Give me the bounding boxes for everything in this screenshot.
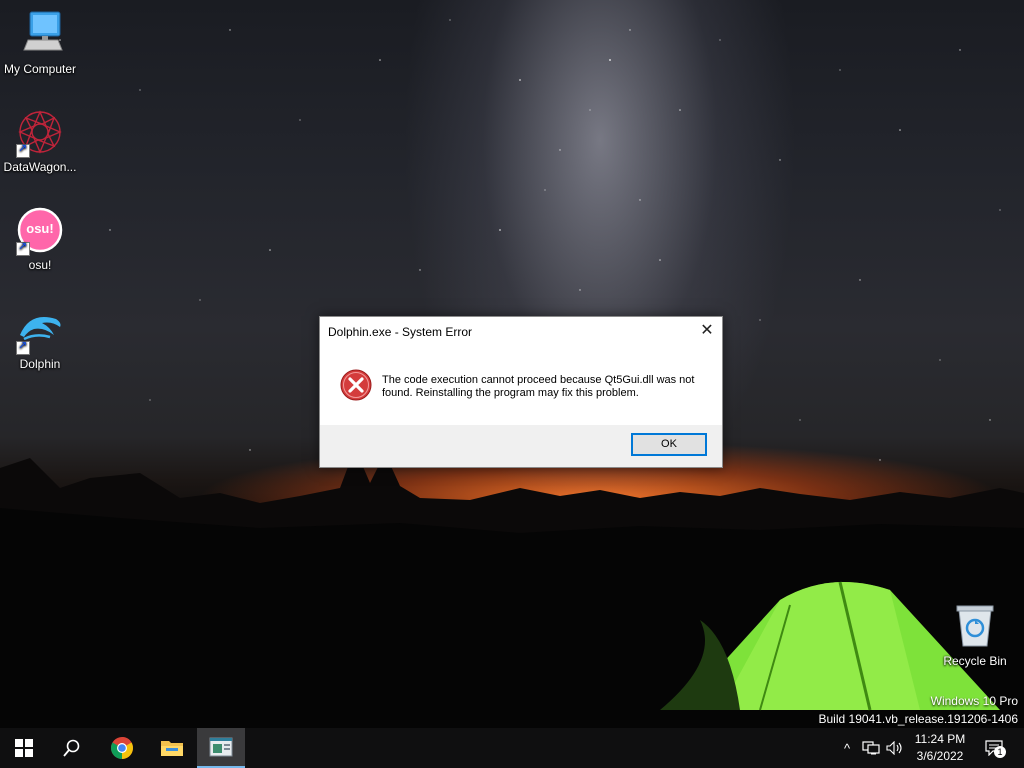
windows-build-watermark: Build 19041.vb_release.191206-1406 <box>818 712 1019 726</box>
start-button[interactable] <box>0 728 48 768</box>
network-icon <box>862 741 880 755</box>
taskbar: ^ 11:24 PM 3/6/2022 <box>0 728 1024 768</box>
show-hidden-icons-button[interactable]: ^ <box>838 728 856 768</box>
error-icon <box>340 369 372 401</box>
clock-date: 3/6/2022 <box>916 749 964 763</box>
desktop-icon-label: DataWagon... <box>3 160 77 174</box>
monitor-icon <box>16 10 64 58</box>
file-explorer-icon <box>161 741 183 756</box>
datawagon-icon <box>16 108 64 158</box>
desktop-icon-my-computer[interactable]: My Computer <box>0 10 80 76</box>
chevron-up-icon: ^ <box>843 740 851 756</box>
desktop-icon-label: Recycle Bin <box>943 654 1007 668</box>
dialog-footer: OK <box>320 425 722 467</box>
shortcut-arrow-icon <box>16 142 30 158</box>
dialog-title: Dolphin.exe - System Error <box>328 325 473 339</box>
desktop-icon-datawagon[interactable]: DataWagon... <box>0 108 80 174</box>
desktop-icon-label: Dolphin <box>19 357 61 371</box>
speaker-icon <box>886 741 902 755</box>
windows-edition-watermark: Windows 10 Pro <box>930 694 1018 708</box>
dialog-body: The code execution cannot proceed becaus… <box>320 347 722 425</box>
volume-button[interactable] <box>884 728 906 768</box>
dialog-message: The code execution cannot proceed becaus… <box>382 374 695 399</box>
desktop-icon-recycle-bin[interactable]: Recycle Bin <box>935 602 1015 668</box>
osu-icon-glyph: osu! <box>26 221 54 236</box>
system-error-dialog: Dolphin.exe - System Error ✕ The code ex… <box>319 316 723 468</box>
close-button[interactable]: ✕ <box>692 317 722 345</box>
desktop-icon-osu[interactable]: osu! osu! <box>0 206 80 272</box>
chrome-icon <box>111 737 133 759</box>
network-button[interactable] <box>860 728 882 768</box>
desktop-icon-label: My Computer <box>3 62 77 76</box>
shortcut-arrow-icon <box>16 240 30 256</box>
taskbar-chrome[interactable] <box>98 728 146 768</box>
desktop-icon-label: osu! <box>28 258 52 272</box>
start-icon <box>15 739 33 757</box>
taskbar-active-app[interactable] <box>197 728 245 768</box>
search-icon <box>63 739 80 757</box>
shortcut-arrow-icon <box>16 339 30 355</box>
recycle-bin-icon <box>951 602 999 650</box>
search-button[interactable] <box>48 728 96 768</box>
ok-button[interactable]: OK <box>631 433 707 456</box>
osu-icon: osu! <box>16 206 64 256</box>
notification-count-badge: 1 <box>994 746 1006 758</box>
active-app-icon <box>209 737 233 757</box>
desktop-icon-dolphin[interactable]: Dolphin <box>0 305 80 371</box>
dolphin-icon <box>16 305 64 355</box>
taskbar-file-explorer[interactable] <box>148 728 196 768</box>
clock-time: 11:24 PM <box>914 732 966 746</box>
taskbar-clock[interactable]: 11:24 PM 3/6/2022 <box>905 731 975 765</box>
